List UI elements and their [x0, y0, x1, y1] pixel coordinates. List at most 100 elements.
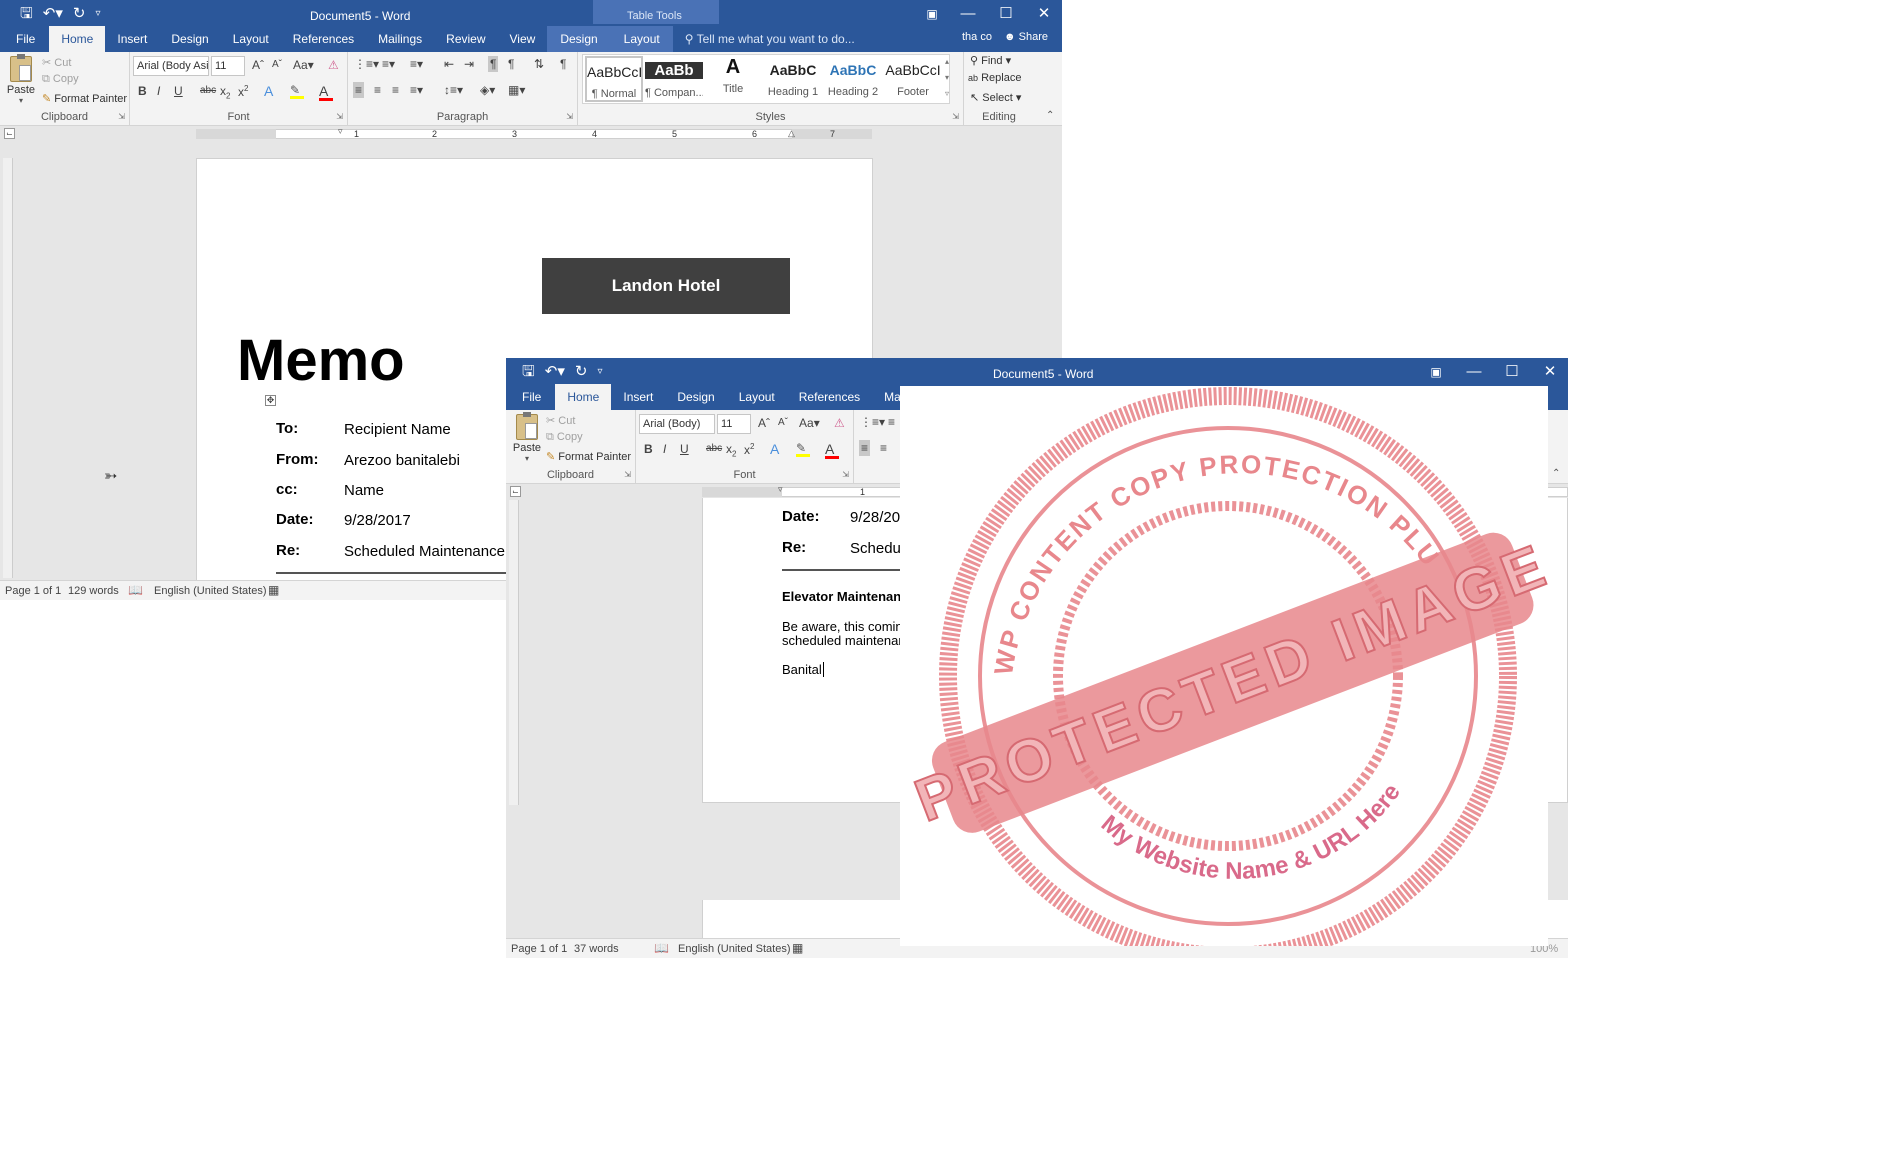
justify-icon[interactable]: ≡▾: [410, 84, 423, 96]
borders-icon[interactable]: ▦▾: [508, 84, 525, 96]
tab-design[interactable]: Design: [159, 26, 220, 52]
tab-table-layout[interactable]: Layout: [610, 26, 673, 52]
language[interactable]: English (United States): [154, 585, 267, 597]
proofing-icon[interactable]: 📖: [654, 941, 669, 955]
style-footer[interactable]: AaBbCcI Footer: [884, 56, 942, 102]
macro-icon[interactable]: ▦: [792, 941, 803, 955]
macro-icon[interactable]: ▦: [268, 583, 279, 597]
superscript-icon[interactable]: x2: [238, 85, 248, 99]
styles-launcher-icon[interactable]: ⇲: [952, 112, 959, 121]
tab-layout[interactable]: Layout: [221, 26, 281, 52]
style-title[interactable]: A Title: [704, 56, 762, 102]
highlight-icon[interactable]: ✎: [290, 84, 304, 99]
tab-review[interactable]: Review: [434, 26, 497, 52]
grow-font-icon[interactable]: Aˆ: [252, 59, 264, 71]
paste-button[interactable]: Paste ▾: [6, 54, 36, 105]
tab-selector-icon[interactable]: ⌙: [4, 128, 15, 139]
font-color-icon[interactable]: A: [319, 84, 333, 101]
text-effects-icon[interactable]: A: [770, 442, 779, 456]
tab-design[interactable]: Design: [665, 384, 726, 410]
underline-icon[interactable]: U: [680, 443, 689, 455]
select-button[interactable]: ↖ Select ▾: [970, 91, 1021, 104]
strikethrough-icon[interactable]: abc: [200, 86, 216, 96]
copy-button[interactable]: ⧉ Copy: [546, 431, 583, 444]
tab-file[interactable]: File: [508, 384, 555, 410]
signature-line[interactable]: Banital: [782, 662, 824, 677]
font-name-combo[interactable]: Arial (Body Asi: [133, 56, 209, 76]
format-painter-button[interactable]: ✎ Format Painter: [42, 92, 127, 105]
memo-value[interactable]: Arezoo banitalebi: [344, 452, 460, 469]
customize-qat-icon[interactable]: ▿: [95, 8, 100, 19]
increase-indent-icon[interactable]: ⇥: [464, 58, 474, 70]
bullets-icon[interactable]: ⋮≡▾: [860, 416, 885, 428]
share-button[interactable]: ☻ Share: [1004, 31, 1048, 43]
text-effects-icon[interactable]: A: [264, 84, 273, 98]
body-line[interactable]: Be aware, this coming: [782, 619, 910, 634]
tab-references[interactable]: References: [281, 26, 366, 52]
paste-button[interactable]: Paste ▾: [512, 412, 542, 463]
bold-icon[interactable]: B: [644, 443, 653, 455]
format-painter-button[interactable]: ✎ Format Painter: [546, 450, 631, 463]
clear-formatting-icon[interactable]: ⚠: [834, 417, 845, 429]
tab-table-design[interactable]: Design: [547, 26, 611, 52]
tab-insert[interactable]: Insert: [105, 26, 159, 52]
undo-icon[interactable]: ↶▾: [545, 364, 565, 379]
bullets-icon[interactable]: ⋮≡▾: [354, 58, 379, 70]
align-center-icon[interactable]: ≡: [374, 84, 381, 96]
proofing-icon[interactable]: 📖: [128, 583, 143, 597]
style-company[interactable]: AaBb ¶ Compan...: [645, 56, 703, 102]
paragraph-launcher-icon[interactable]: ⇲: [566, 112, 573, 121]
memo-value[interactable]: Name: [344, 482, 384, 499]
redo-icon[interactable]: ↻: [73, 6, 86, 21]
font-name-combo[interactable]: Arial (Body): [639, 414, 715, 434]
rtl-icon[interactable]: ¶: [508, 58, 514, 70]
undo-icon[interactable]: ↶▾: [43, 6, 63, 21]
underline-icon[interactable]: U: [174, 85, 183, 97]
tab-insert[interactable]: Insert: [611, 384, 665, 410]
bold-icon[interactable]: B: [138, 85, 147, 97]
font-size-combo[interactable]: 11: [211, 56, 245, 76]
clipboard-launcher-icon[interactable]: ⇲: [118, 112, 125, 121]
user-name[interactable]: tha co: [962, 31, 992, 43]
tab-home[interactable]: Home: [49, 26, 106, 52]
styles-scroll[interactable]: ▴ ▾ ▿: [942, 54, 952, 104]
subscript-icon[interactable]: x2: [220, 85, 230, 100]
save-icon[interactable]: 🖫: [20, 6, 33, 21]
strikethrough-icon[interactable]: abc: [706, 444, 722, 454]
cut-button[interactable]: ✂ Cut: [546, 414, 575, 427]
shrink-font-icon[interactable]: Aˇ: [778, 418, 788, 428]
align-left-icon[interactable]: ≡: [353, 82, 365, 98]
find-button[interactable]: ⚲ Find ▾: [970, 54, 1011, 67]
language[interactable]: English (United States): [678, 943, 791, 955]
tell-me-box[interactable]: ⚲ Tell me what you want to do...: [673, 26, 867, 52]
style-heading-2[interactable]: AaBbC Heading 2: [824, 56, 882, 102]
font-size-combo[interactable]: 11: [717, 414, 751, 434]
font-color-icon[interactable]: A: [825, 442, 839, 459]
memo-value[interactable]: 9/28/2017: [344, 512, 411, 529]
tab-layout[interactable]: Layout: [727, 384, 787, 410]
change-case-button[interactable]: Aa▾: [799, 417, 820, 429]
numbering-icon[interactable]: ≡▾: [382, 58, 395, 70]
clipboard-launcher-icon[interactable]: ⇲: [624, 470, 631, 479]
tab-file[interactable]: File: [2, 26, 49, 52]
tab-selector-icon[interactable]: ⌙: [510, 486, 521, 497]
align-right-icon[interactable]: ≡: [392, 84, 399, 96]
align-left-icon[interactable]: ≡: [859, 440, 871, 456]
cut-button[interactable]: ✂ Cut: [42, 56, 71, 69]
customize-qat-icon[interactable]: ▿: [597, 366, 602, 377]
subscript-icon[interactable]: x2: [726, 443, 736, 458]
italic-icon[interactable]: I: [663, 443, 666, 455]
show-formatting-icon[interactable]: ¶: [560, 58, 566, 70]
ltr-icon[interactable]: ¶: [488, 56, 499, 72]
right-indent-marker-icon[interactable]: △: [788, 128, 795, 139]
tab-home[interactable]: Home: [555, 384, 612, 410]
tab-view[interactable]: View: [498, 26, 548, 52]
body-heading[interactable]: Elevator Maintenan: [782, 589, 901, 604]
save-icon[interactable]: 🖫: [522, 364, 535, 379]
line-spacing-icon[interactable]: ↕≡▾: [444, 84, 463, 96]
copy-button[interactable]: ⧉ Copy: [42, 73, 79, 86]
word-count[interactable]: 37 words: [574, 943, 619, 955]
memo-value[interactable]: Scheduled Maintenance: [344, 543, 507, 560]
decrease-indent-icon[interactable]: ⇤: [444, 58, 454, 70]
align-center-icon[interactable]: ≡: [880, 442, 887, 454]
